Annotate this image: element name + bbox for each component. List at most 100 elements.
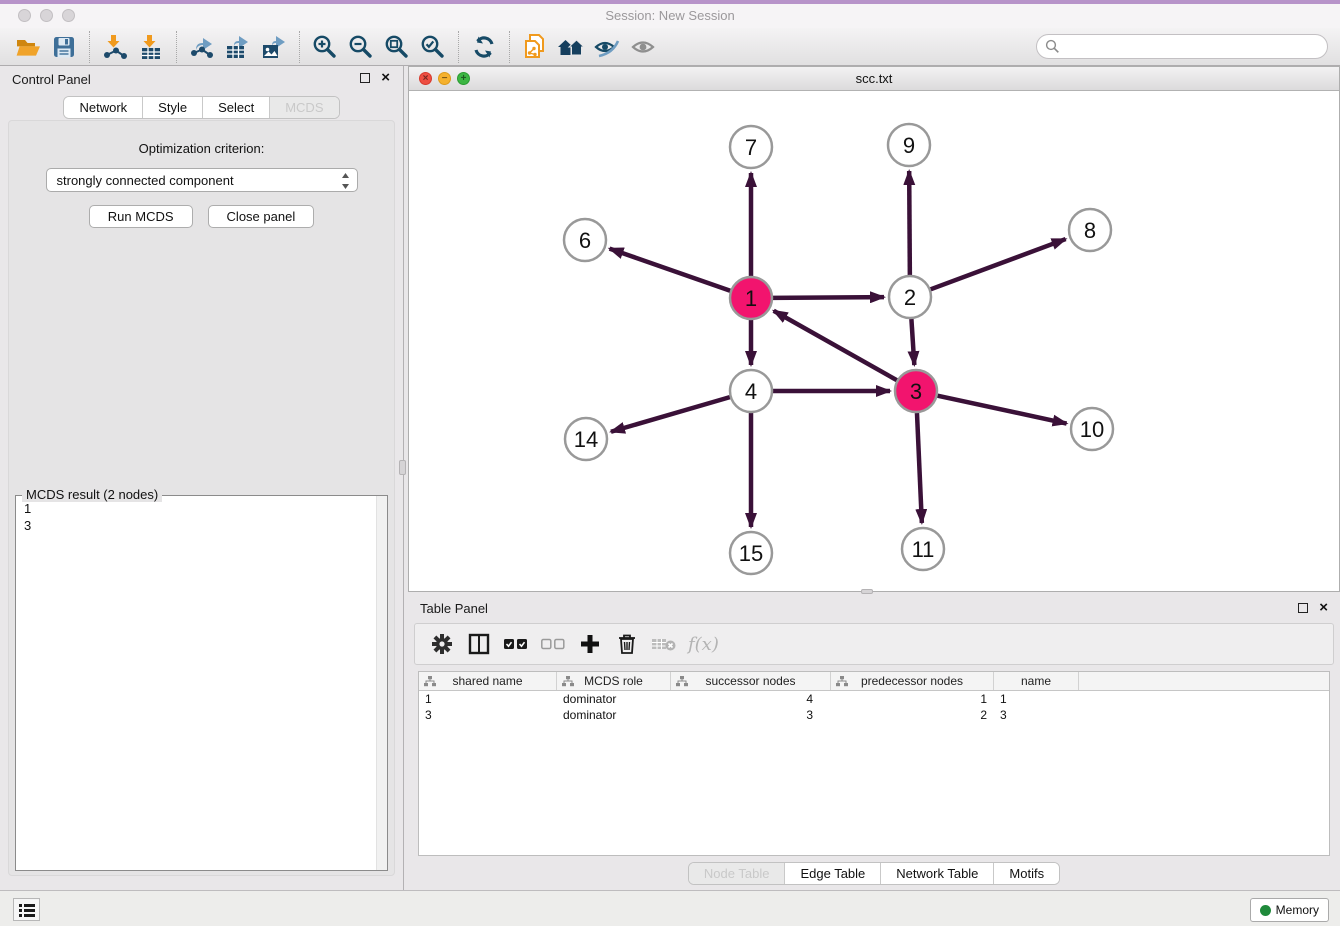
save-session-button[interactable] (46, 31, 82, 63)
tab-mcds[interactable]: MCDS (270, 97, 338, 118)
close-panel-icon[interactable]: × (1319, 599, 1328, 616)
eye-icon (629, 35, 657, 59)
import-network-button[interactable] (97, 31, 133, 63)
export-table-button[interactable] (220, 31, 256, 63)
zoom-in-button[interactable] (307, 31, 343, 63)
node-label-1: 1 (745, 286, 757, 311)
delete-table-button[interactable] (645, 628, 682, 660)
edge-1-to-6[interactable] (610, 249, 731, 291)
zoom-out-button[interactable] (343, 31, 379, 63)
search-icon (1045, 39, 1060, 54)
add-column-button[interactable] (571, 628, 608, 660)
splitter-handle[interactable] (861, 589, 873, 594)
criterion-dropdown[interactable]: strongly connected component (46, 168, 358, 192)
control-panel-title: Control Panel (12, 72, 91, 87)
node-label-9: 9 (903, 133, 915, 158)
table-row[interactable]: 1 dominator 4 1 1 (419, 691, 1329, 707)
node-label-4: 4 (745, 379, 757, 404)
export-network-button[interactable] (184, 31, 220, 63)
table-panel: Table Panel × (408, 595, 1340, 890)
edge-1-to-2[interactable] (773, 297, 884, 298)
edge-2-to-8[interactable] (931, 239, 1066, 289)
task-history-button[interactable] (13, 898, 40, 921)
table-header-row: shared name MCDS role successor nodes pr… (419, 672, 1329, 691)
show-all-button[interactable] (625, 31, 661, 63)
toolbar-separator (176, 31, 177, 63)
eye-slash-icon (593, 35, 621, 59)
float-panel-icon[interactable] (1298, 603, 1308, 613)
edge-2-to-3[interactable] (911, 319, 914, 365)
column-label: predecessor nodes (861, 674, 963, 688)
column-header-predecessor-nodes[interactable]: predecessor nodes (831, 672, 994, 690)
column-header-shared-name[interactable]: shared name (419, 672, 557, 690)
tab-style[interactable]: Style (143, 97, 203, 118)
zoom-fit-button[interactable] (379, 31, 415, 63)
table-panel-header: Table Panel × (408, 595, 1340, 619)
export-image-icon (261, 34, 287, 60)
import-table-icon (138, 34, 164, 60)
memory-label: Memory (1276, 903, 1319, 917)
tab-network-table[interactable]: Network Table (881, 863, 994, 884)
tab-motifs[interactable]: Motifs (994, 863, 1059, 884)
cell-predecessor-nodes: 2 (831, 707, 994, 723)
tab-node-table[interactable]: Node Table (689, 863, 786, 884)
splitter-handle[interactable] (399, 460, 406, 475)
close-panel-button[interactable]: Close panel (208, 205, 315, 228)
edge-3-to-11[interactable] (917, 413, 922, 523)
float-panel-icon[interactable] (360, 73, 370, 83)
delete-column-button[interactable] (608, 628, 645, 660)
first-neighbors-button[interactable] (553, 31, 589, 63)
column-type-icon (562, 676, 574, 687)
edge-4-to-14[interactable] (611, 397, 730, 432)
tab-network[interactable]: Network (64, 97, 143, 118)
zoom-selected-button[interactable] (415, 31, 451, 63)
edge-3-to-1[interactable] (774, 311, 897, 380)
cell-name: 1 (994, 691, 1079, 707)
deselect-all-icon (541, 638, 565, 650)
memory-button[interactable]: Memory (1250, 898, 1329, 922)
zoom-in-icon (312, 34, 338, 60)
mcds-result-text[interactable]: 1 3 (16, 496, 387, 538)
deselect-all-button[interactable] (534, 628, 571, 660)
gear-icon (431, 633, 453, 655)
column-header-name[interactable]: name (994, 672, 1079, 690)
export-network-icon (189, 34, 215, 60)
export-image-button[interactable] (256, 31, 292, 63)
tab-edge-table[interactable]: Edge Table (785, 863, 881, 884)
result-scrollbar[interactable] (376, 496, 387, 870)
run-mcds-button[interactable]: Run MCDS (89, 205, 193, 228)
column-label: MCDS role (584, 674, 643, 688)
column-label: successor nodes (705, 674, 795, 688)
open-file-button[interactable] (10, 31, 46, 63)
column-type-icon (676, 676, 688, 687)
edge-3-to-10[interactable] (938, 396, 1067, 424)
column-visibility-button[interactable] (460, 628, 497, 660)
import-table-button[interactable] (133, 31, 169, 63)
tab-select[interactable]: Select (203, 97, 270, 118)
node-label-11: 11 (912, 537, 935, 562)
table-options-button[interactable] (423, 628, 460, 660)
clone-network-button[interactable] (517, 31, 553, 63)
column-header-successor-nodes[interactable]: successor nodes (671, 672, 831, 690)
toolbar-separator (509, 31, 510, 63)
hide-selected-button[interactable] (589, 31, 625, 63)
search-input[interactable] (1064, 39, 1327, 54)
edge-2-to-9[interactable] (909, 171, 910, 275)
save-icon (53, 36, 75, 58)
main-toolbar (0, 28, 1340, 66)
apply-layout-button[interactable] (466, 31, 502, 63)
network-canvas[interactable]: 7968124314101511 (409, 91, 1339, 591)
table-row[interactable]: 3 dominator 3 2 3 (419, 707, 1329, 723)
window-title: Session: New Session (0, 8, 1340, 23)
cell-mcds-role: dominator (557, 707, 671, 723)
function-builder-button[interactable]: f(x) (688, 634, 719, 655)
select-all-button[interactable] (497, 628, 534, 660)
close-panel-icon[interactable]: × (381, 69, 390, 86)
node-label-15: 15 (739, 541, 763, 566)
column-header-mcds-role[interactable]: MCDS role (557, 672, 671, 690)
export-table-icon (225, 34, 251, 60)
select-all-icon (504, 638, 528, 650)
cell-successor-nodes: 3 (671, 707, 831, 723)
cell-shared-name: 1 (419, 691, 557, 707)
toolbar-separator (299, 31, 300, 63)
